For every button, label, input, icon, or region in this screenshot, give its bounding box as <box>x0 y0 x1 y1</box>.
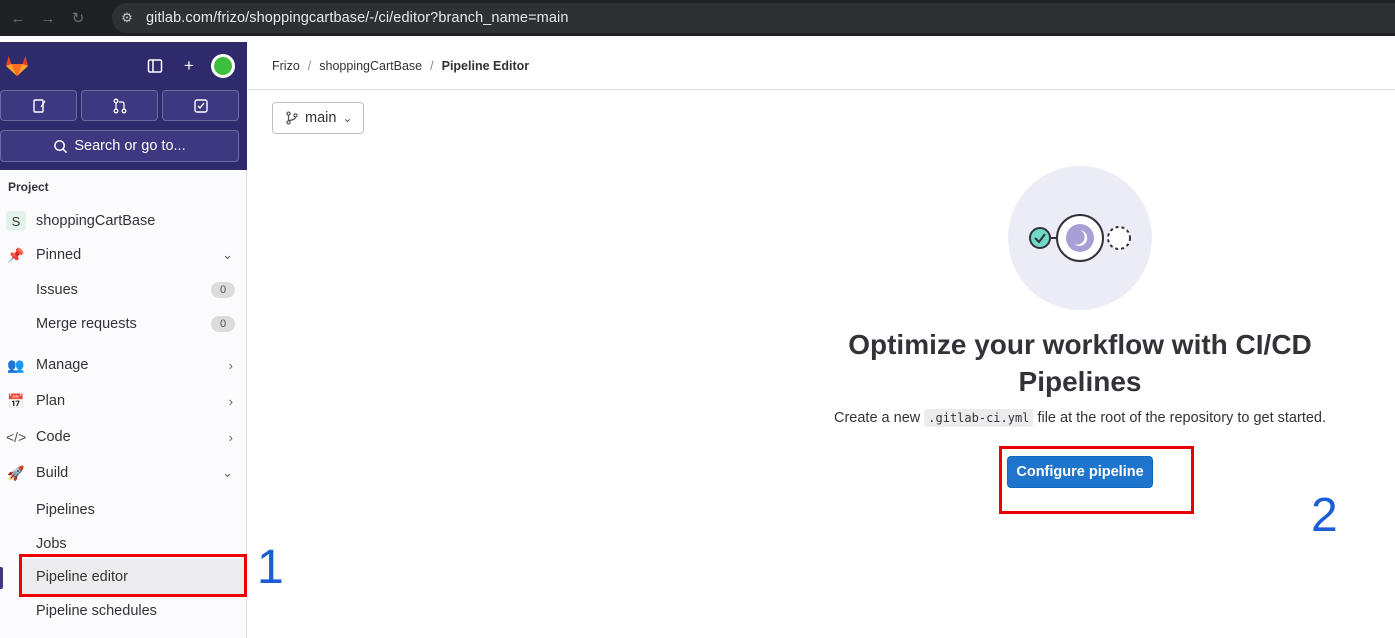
merge-requests-count-badge: 0 <box>211 316 235 332</box>
sidebar-quick-actions <box>0 90 240 121</box>
sidebar-item-pinned[interactable]: 📌 Pinned ⌄ <box>0 238 247 272</box>
sidebar-item-merge-requests[interactable]: Merge requests 0 <box>0 307 247 341</box>
search-label: Search or go to... <box>74 138 186 154</box>
description-prefix: Create a new <box>833 410 921 426</box>
chevron-down-icon: ⌄ <box>342 111 353 125</box>
pipelines-label: Pipelines <box>36 502 95 518</box>
breadcrumb: Frizo / shoppingCartBase / Pipeline Edit… <box>248 42 1395 90</box>
todo-shortcut-icon[interactable] <box>162 90 239 121</box>
calendar-icon: 📅 <box>7 392 25 409</box>
breadcrumb-separator: / <box>307 58 312 73</box>
chevron-right-icon: › <box>228 429 233 445</box>
sidebar-item-manage[interactable]: 👥 Manage › <box>0 348 247 382</box>
section-title: Project <box>8 180 49 194</box>
code-icon: </> <box>6 429 27 445</box>
build-label: Build <box>36 465 69 481</box>
sidebar-item-issues[interactable]: Issues 0 <box>0 273 247 307</box>
gitlab-ci-filename: .gitlab-ci.yml <box>924 409 1034 427</box>
chevron-down-icon: ⌄ <box>222 465 233 480</box>
branch-selector[interactable]: main ⌄ <box>272 102 364 134</box>
site-settings-icon[interactable]: ⚙ <box>112 10 142 26</box>
annotation-number-2: 2 <box>1311 489 1338 542</box>
back-icon[interactable]: ← <box>6 6 30 30</box>
breadcrumb-current[interactable]: Pipeline Editor <box>442 59 530 73</box>
sidebar-item-plan[interactable]: 📅 Plan › <box>0 384 247 418</box>
chevron-right-icon: › <box>228 357 233 373</box>
sidebar-item-project[interactable]: S shoppingCartBase <box>0 204 247 238</box>
sidebar-item-code[interactable]: </> Code › <box>0 420 247 454</box>
jobs-label: Jobs <box>36 536 67 552</box>
browser-toolbar: ← → ↻ ⚙ gitlab.com/frizo/shoppingcartbas… <box>0 0 1395 36</box>
pipeline-schedules-label: Pipeline schedules <box>36 603 157 619</box>
pin-icon: 📌 <box>7 246 25 263</box>
sidebar-item-pipeline-schedules[interactable]: Pipeline schedules <box>0 594 247 628</box>
issues-count-badge: 0 <box>211 282 235 298</box>
issues-shortcut-icon[interactable] <box>0 90 77 121</box>
pinned-label: Pinned <box>36 247 82 263</box>
rocket-icon: 🚀 <box>7 464 25 481</box>
sidebar-header: + Search or go to... <box>0 42 247 170</box>
merge-requests-shortcut-icon[interactable] <box>81 90 158 121</box>
sidebar-item-build[interactable]: 🚀 Build ⌄ <box>0 456 247 490</box>
code-label: Code <box>36 429 71 445</box>
plan-label: Plan <box>36 393 66 409</box>
left-sidebar: + Search or go to... Project S shoppingC… <box>0 42 247 638</box>
search-button[interactable]: Search or go to... <box>0 130 239 162</box>
chevron-down-icon: ⌄ <box>222 247 233 262</box>
project-name: shoppingCartBase <box>36 213 156 229</box>
issues-label: Issues <box>36 282 78 298</box>
breadcrumb-project[interactable]: shoppingCartBase <box>319 59 422 73</box>
annotation-box-2 <box>999 446 1194 514</box>
empty-state-title: Optimize your workflow with CI/CD Pipeli… <box>848 329 1312 397</box>
annotation-box-1 <box>19 554 247 597</box>
empty-state-description: Create a new .gitlab-ci.yml file at the … <box>760 409 1395 427</box>
project-avatar: S <box>6 211 26 231</box>
description-suffix: file at the root of the repository to ge… <box>1037 410 1327 426</box>
annotation-number-1: 1 <box>257 541 284 594</box>
reload-icon[interactable]: ↻ <box>66 6 90 30</box>
manage-label: Manage <box>36 357 89 373</box>
breadcrumb-owner[interactable]: Frizo <box>272 59 300 73</box>
user-avatar[interactable] <box>211 54 235 78</box>
breadcrumb-separator: / <box>430 58 434 73</box>
gitlab-logo-icon[interactable] <box>4 52 30 78</box>
url-text[interactable]: gitlab.com/frizo/shoppingcartbase/-/ci/e… <box>146 10 569 26</box>
branch-name: main <box>305 110 337 126</box>
forward-icon[interactable]: → <box>36 6 60 30</box>
merge-requests-label: Merge requests <box>36 316 137 332</box>
pipeline-illustration <box>1008 166 1152 310</box>
users-icon: 👥 <box>7 356 25 373</box>
address-bar[interactable]: ⚙ gitlab.com/frizo/shoppingcartbase/-/ci… <box>112 3 1395 33</box>
chevron-right-icon: › <box>228 393 233 409</box>
create-new-icon[interactable]: + <box>177 54 201 78</box>
search-icon <box>54 139 68 153</box>
branch-icon <box>286 111 298 125</box>
toggle-sidebar-icon[interactable] <box>143 54 167 78</box>
sidebar-item-pipelines[interactable]: Pipelines <box>0 493 247 527</box>
